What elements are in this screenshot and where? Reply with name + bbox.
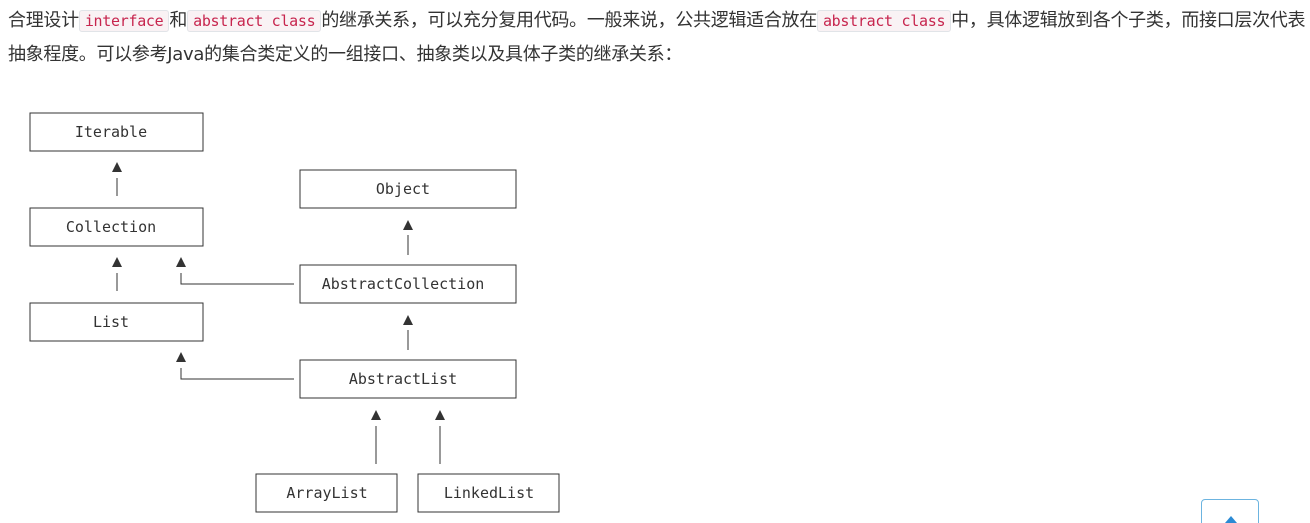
node-label-object: Object (376, 180, 430, 198)
arrowhead (112, 257, 122, 267)
code-block-diagram: Iterable Collection List Object Abstract… (10, 90, 650, 523)
arrowhead (435, 410, 445, 420)
node-label-linked-list: LinkedList (444, 484, 534, 502)
arrowhead (112, 162, 122, 172)
text-segment: 的继承关系，可以充分复用代码。一般来说，公共逻辑适合放在 (321, 10, 817, 31)
node-label-iterable: Iterable (75, 123, 147, 141)
node-label-collection: Collection (66, 218, 156, 236)
edge-abstractcollection-collection (180, 273, 294, 285)
text-segment: 合理设计 (8, 10, 79, 31)
edge-abstractlist-list (180, 368, 294, 380)
arrow-up-icon (1225, 516, 1237, 523)
node-label-abstract-collection: AbstractCollection (322, 275, 485, 293)
arrowhead (176, 352, 186, 362)
intro-paragraph: 合理设计 interface 和 abstract class 的继承关系，可以充分复用… (8, 4, 1308, 71)
node-label-list: List (93, 313, 129, 331)
node-label-array-list: ArrayList (286, 484, 367, 502)
scroll-to-top-button[interactable] (1201, 499, 1259, 523)
text-segment: 和 (169, 10, 188, 31)
class-hierarchy-diagram: Iterable Collection List Object Abstract… (29, 112, 560, 513)
node-label-abstract-list: AbstractList (349, 370, 457, 388)
inline-code-abstract-class: abstract class (187, 10, 322, 32)
inline-code-abstract-class: abstract class (816, 10, 952, 32)
arrowhead (403, 220, 413, 230)
arrowhead (371, 410, 381, 420)
arrowhead (176, 257, 186, 267)
arrowhead (403, 315, 413, 325)
inline-code-interface: interface (78, 10, 170, 32)
